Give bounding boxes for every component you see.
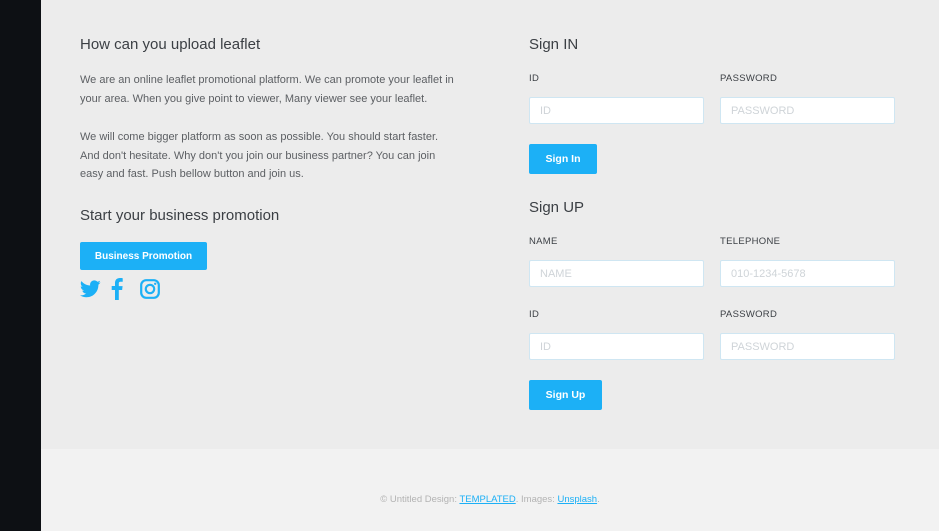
signup-button[interactable]: Sign Up xyxy=(529,380,602,410)
copyright-prefix: © Untitled Design: xyxy=(380,494,460,505)
signin-id-label: ID xyxy=(529,73,540,84)
signin-title: Sign IN xyxy=(529,36,579,53)
signup-id-label: ID xyxy=(529,309,540,320)
signin-id-input[interactable] xyxy=(529,97,704,124)
footer: © Untitled Design: TEMPLATED. Images: Un… xyxy=(41,449,939,531)
unsplash-link[interactable]: Unsplash xyxy=(557,494,597,505)
signup-password-input[interactable] xyxy=(720,333,895,360)
signin-password-label: PASSWORD xyxy=(720,73,778,84)
signup-telephone-input[interactable] xyxy=(720,260,895,287)
signup-password-label: PASSWORD xyxy=(720,309,778,320)
promo-title: Start your business promotion xyxy=(80,207,280,224)
signup-title: Sign UP xyxy=(529,199,585,216)
signup-telephone-label: TELEPHONE xyxy=(720,236,781,247)
signin-button[interactable]: Sign In xyxy=(529,144,597,174)
signup-id-input[interactable] xyxy=(529,333,704,360)
signup-name-label: NAME xyxy=(529,236,558,247)
copyright: © Untitled Design: TEMPLATED. Images: Un… xyxy=(41,494,939,505)
copyright-suffix: . xyxy=(597,494,600,505)
info-title: How can you upload leaflet xyxy=(80,36,261,53)
sidebar xyxy=(0,0,41,531)
signup-name-input[interactable] xyxy=(529,260,704,287)
info-paragraph-2: We will come bigger platform as soon as … xyxy=(80,131,439,180)
facebook-icon[interactable] xyxy=(111,278,133,300)
twitter-icon[interactable] xyxy=(79,278,102,300)
business-promotion-button[interactable]: Business Promotion xyxy=(80,242,207,270)
copyright-middle: . Images: xyxy=(515,494,558,505)
info-paragraph-1: We are an online leaflet promotional pla… xyxy=(80,74,454,105)
instagram-icon[interactable] xyxy=(140,278,162,300)
templated-link[interactable]: TEMPLATED xyxy=(459,494,515,505)
main-content: How can you upload leaflet We are an onl… xyxy=(41,0,939,449)
signin-password-input[interactable] xyxy=(720,97,895,124)
